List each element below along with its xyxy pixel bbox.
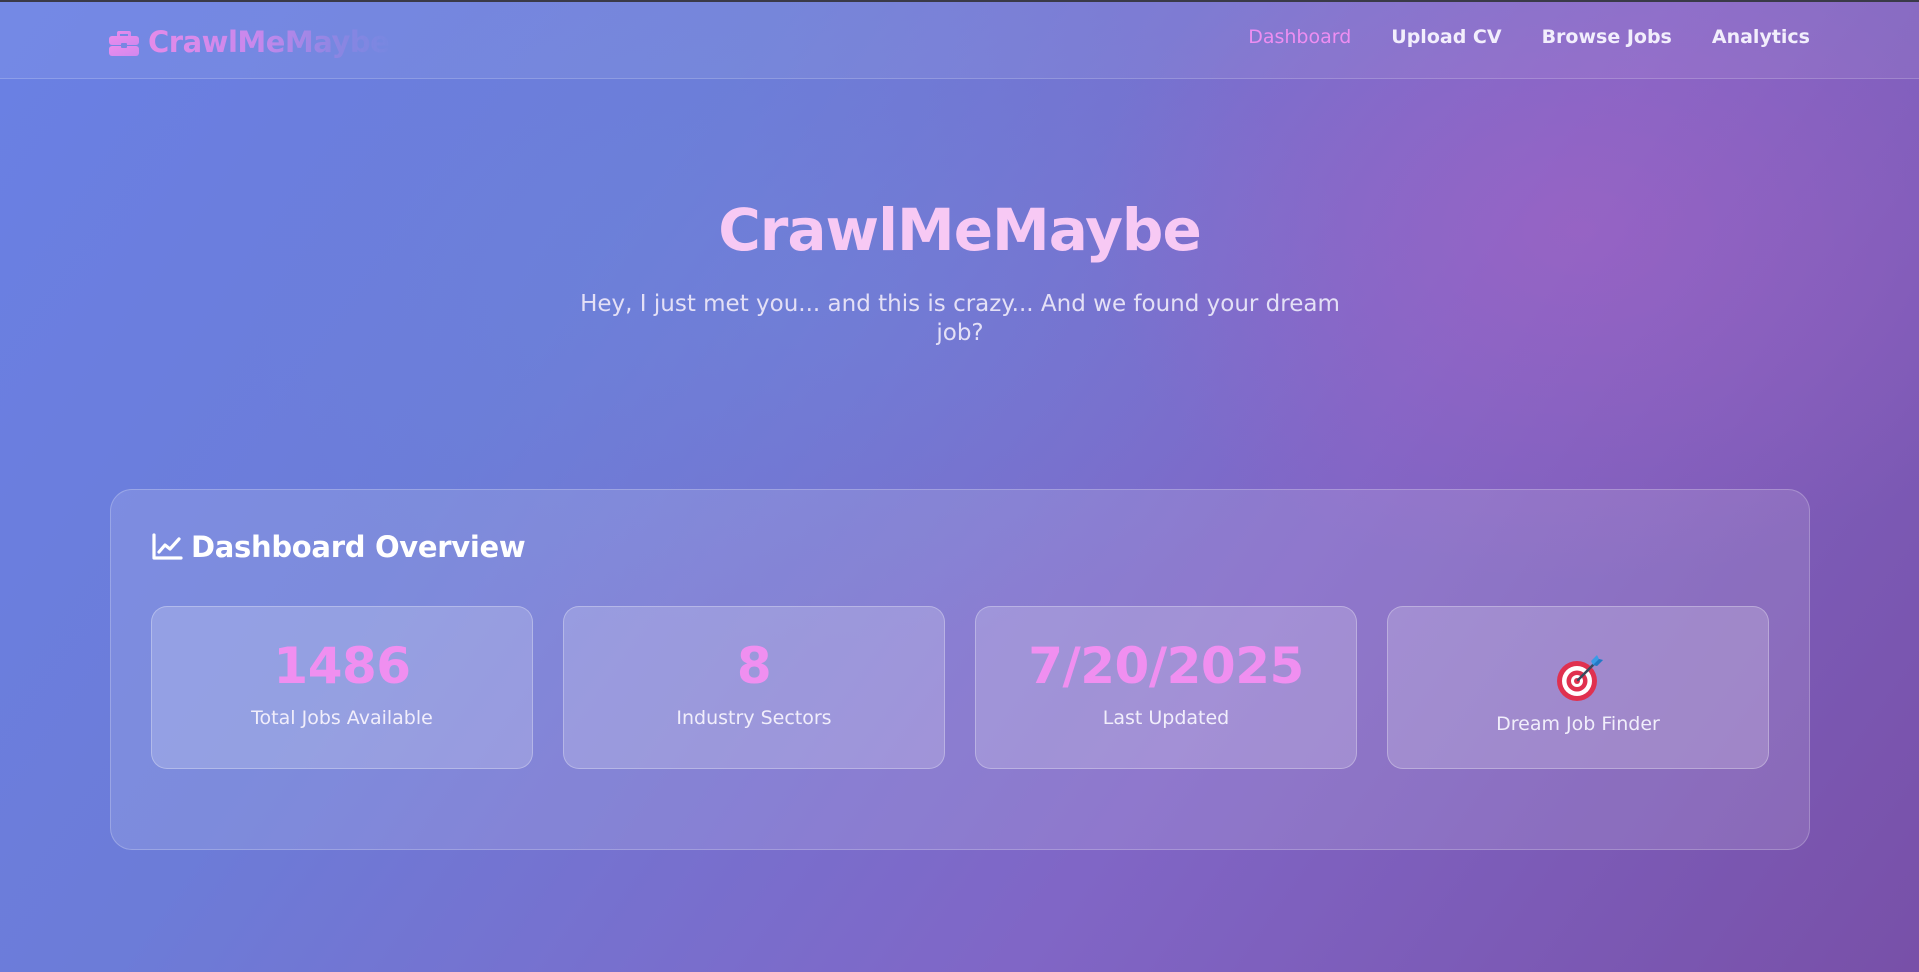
- stat-card-total-jobs: 1486 Total Jobs Available: [151, 606, 533, 769]
- briefcase-icon: [108, 27, 140, 57]
- line-chart-icon: [151, 533, 183, 561]
- stat-label-total-jobs: Total Jobs Available: [251, 707, 433, 729]
- nav-link-browse-jobs[interactable]: Browse Jobs: [1542, 26, 1672, 48]
- nav-link-analytics[interactable]: Analytics: [1712, 26, 1810, 48]
- stat-card-industry-sectors: 8 Industry Sectors: [563, 606, 945, 769]
- dream-job-finder-label: Dream Job Finder: [1496, 713, 1660, 735]
- panel-title: Dashboard Overview: [191, 530, 526, 564]
- target-dart-icon: [1553, 651, 1605, 703]
- stat-card-last-updated: 7/20/2025 Last Updated: [975, 606, 1357, 769]
- hero-subtitle: Hey, I just met you... and this is crazy…: [580, 291, 1340, 346]
- stat-label-last-updated: Last Updated: [1102, 707, 1230, 729]
- navbar: CrawlMeMaybe Dashboard Upload CV Browse …: [0, 2, 1919, 79]
- dream-job-finder-card[interactable]: Dream Job Finder: [1387, 606, 1769, 769]
- stat-value-total-jobs: 1486: [273, 637, 411, 695]
- stat-value-industry-sectors: 8: [736, 637, 772, 695]
- brand-logo[interactable]: CrawlMeMaybe: [108, 22, 390, 62]
- stat-value-last-updated: 7/20/2025: [1028, 637, 1304, 695]
- hero-title: CrawlMeMaybe: [718, 196, 1202, 264]
- stat-label-industry-sectors: Industry Sectors: [676, 707, 832, 729]
- panel-header: Dashboard Overview: [151, 530, 526, 564]
- dashboard-overview-panel: Dashboard Overview 1486 Total Jobs Avail…: [110, 489, 1810, 850]
- nav-link-dashboard[interactable]: Dashboard: [1248, 26, 1351, 48]
- brand-name: CrawlMeMaybe: [148, 25, 390, 59]
- nav-link-upload-cv[interactable]: Upload CV: [1391, 26, 1501, 48]
- nav-links: Dashboard Upload CV Browse Jobs Analytic…: [1248, 26, 1810, 48]
